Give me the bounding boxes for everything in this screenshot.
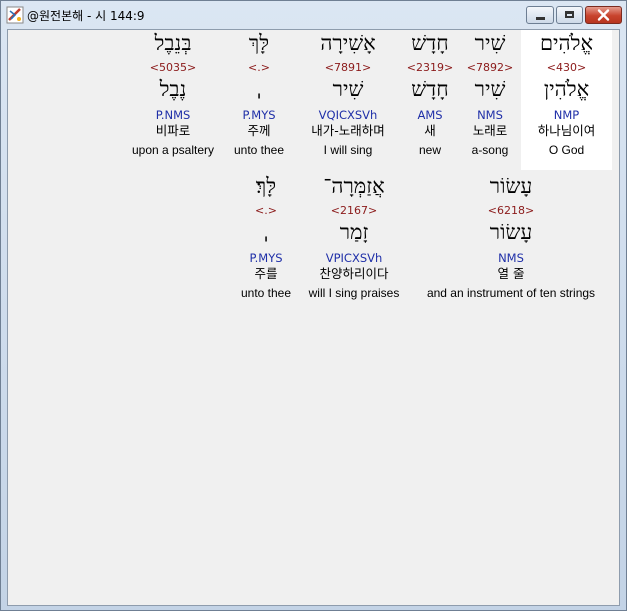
strong-number[interactable]: <6218> [416,204,606,218]
title-bar[interactable]: @원전본해 - 시 144:9 [1,1,626,29]
english-gloss: will I sing praises [308,286,400,300]
strong-number[interactable]: <2319> [400,61,460,75]
korean-gloss: 찬양하리이다 [319,266,389,281]
hebrew-lemma: ˌ [256,77,262,101]
morphology-code[interactable]: P.MYS [233,251,299,265]
hebrew-lemma: עָשׂוֹר [489,220,533,244]
korean-gloss: 주를 [254,266,278,281]
hebrew-word: שִׁיר [474,31,506,55]
morphology-code[interactable]: P.MYS [226,108,292,122]
word-column[interactable]: אֲזַמְּרָה־ <2167> זָמַר VPICXSVh 찬양하리이다… [302,173,406,313]
hebrew-word: חָדָשׁ [411,31,449,55]
hebrew-lemma: שִׁיר [332,77,364,101]
strong-number[interactable]: <2167> [302,204,406,218]
korean-gloss: 하나님이여 [537,123,596,138]
hebrew-word: לָּךְ׃ [255,174,277,198]
english-gloss: new [418,143,441,157]
morphology-code[interactable]: AMS [400,108,460,122]
morphology-code[interactable]: NMS [460,108,520,122]
english-gloss: upon a psaltery [131,143,215,157]
word-column[interactable]: אָשִׁירָה <7891> שִׁיר VQICXSVh 내가-노래하며 … [298,30,398,170]
word-column[interactable]: לָּךְ׃ <.> ˌ P.MYS 주를 unto thee [233,173,299,313]
close-button[interactable] [585,6,622,24]
morphology-code[interactable]: NMP [521,108,612,122]
morphology-code[interactable]: VPICXSVh [302,251,406,265]
hebrew-lemma: אֱלֹהִין [543,77,590,101]
strong-number[interactable]: <.> [233,204,299,218]
window-title: @원전본해 - 시 144:9 [27,9,145,23]
hebrew-lemma: נֶבֶל [159,77,187,101]
strong-number[interactable]: <7891> [298,61,398,75]
word-column[interactable]: עָשׂוֹר <6218> עָשׂוֹר NMS 열 줄 and an in… [416,173,606,313]
strong-number[interactable]: <.> [226,61,292,75]
english-gloss: I will sing [323,143,373,157]
english-gloss: and an instrument of ten strings [426,286,596,300]
english-gloss: O God [548,143,585,157]
hebrew-word: אָשִׁירָה [320,31,376,55]
hebrew-word: אֲזַמְּרָה־ [323,174,385,198]
hebrew-lemma: שִׁיר [474,77,506,101]
korean-gloss: 노래로 [472,123,508,138]
hebrew-word: אֱלֹהִים [539,31,594,55]
word-column[interactable]: לָּךְ <.> ˌ P.MYS 주께 unto thee [226,30,292,170]
minimize-icon [536,17,545,20]
hebrew-word: בְּנֵבֶל [154,31,192,55]
hebrew-word: לָּךְ [248,31,270,55]
strong-number[interactable]: <7892> [460,61,520,75]
morphology-code[interactable]: NMS [416,251,606,265]
english-gloss: a-song [471,143,509,157]
english-gloss: unto thee [233,143,285,157]
morphology-code[interactable]: P.NMS [126,108,220,122]
word-column[interactable]: בְּנֵבֶל <5035> נֶבֶל P.NMS 비파로 upon a p… [126,30,220,170]
hebrew-lemma: ˌ [263,220,269,244]
korean-gloss: 열 줄 [497,266,525,281]
strong-number[interactable]: <430> [521,61,612,75]
interlinear-view[interactable]: אֱלֹהִים <430> אֱלֹהִין NMP 하나님이여 O God … [7,29,620,606]
maximize-button[interactable] [556,6,583,24]
hebrew-lemma: זָמַר [339,220,369,244]
morphology-code[interactable]: VQICXSVh [298,108,398,122]
hebrew-lemma: חָדָשׁ [411,77,449,101]
word-column[interactable]: שִׁיר <7892> שִׁיר NMS 노래로 a-song [460,30,520,170]
korean-gloss: 새 [424,123,436,138]
minimize-button[interactable] [526,6,554,24]
english-gloss: unto thee [240,286,292,300]
app-icon[interactable] [6,6,24,24]
app-window: @원전본해 - 시 144:9 אֱלֹהִים <430> אֱלֹהִין … [0,0,627,611]
korean-gloss: 주께 [247,123,271,138]
strong-number[interactable]: <5035> [126,61,220,75]
close-icon [597,9,610,21]
hebrew-word: עָשׂוֹר [489,174,533,198]
word-column[interactable]: אֱלֹהִים <430> אֱלֹהִין NMP 하나님이여 O God [521,30,612,170]
korean-gloss: 내가-노래하며 [311,123,385,138]
korean-gloss: 비파로 [155,123,191,138]
word-column[interactable]: חָדָשׁ <2319> חָדָשׁ AMS 새 new [400,30,460,170]
maximize-icon [565,11,574,18]
